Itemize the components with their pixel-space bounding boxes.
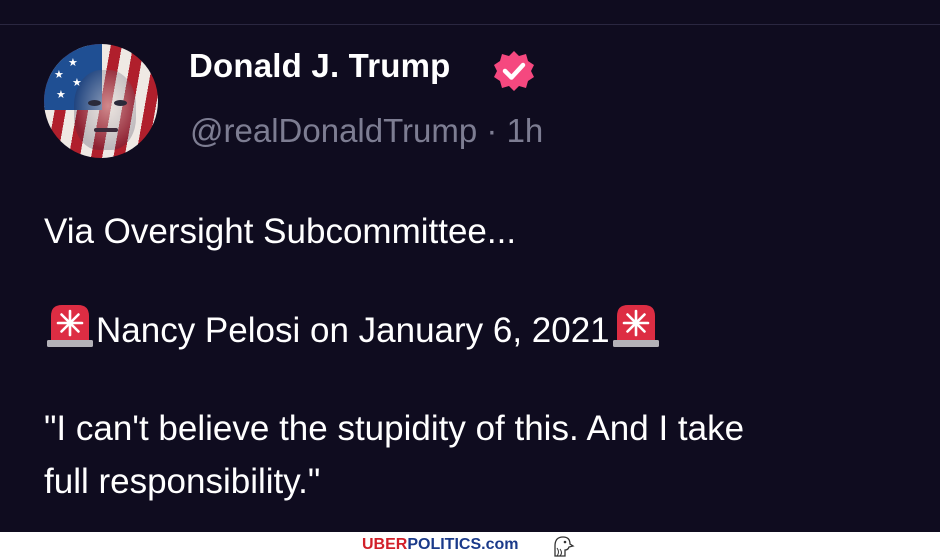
author-handle-line: @realDonaldTrump · 1h <box>190 112 543 150</box>
star-icon: ★ <box>52 51 62 63</box>
post-text-line: full responsibility." <box>44 462 321 501</box>
star-icon: ★ <box>68 57 78 69</box>
watermark-brand[interactable]: UBERPOLITICS.com <box>362 536 518 554</box>
post-text-line: Nancy Pelosi on January 6, 2021 <box>44 302 662 357</box>
siren-icon <box>612 305 659 347</box>
meta-separator: · <box>486 112 498 149</box>
post-card: ★ ★ ★ ★ ★ Donald J. Trump @realDonaldTru… <box>0 0 940 532</box>
portrait-eye <box>114 100 127 106</box>
post-timestamp[interactable]: 1h <box>507 112 544 149</box>
watermark-bar: UBERPOLITICS.com <box>0 532 940 558</box>
portrait-face <box>74 70 136 150</box>
post-text-line: Via Oversight Subcommittee... <box>44 212 517 251</box>
author-display-name[interactable]: Donald J. Trump <box>189 47 451 85</box>
eagle-icon <box>554 536 575 557</box>
star-icon: ★ <box>54 69 64 81</box>
post-text-segment: Nancy Pelosi on January 6, 2021 <box>96 311 610 350</box>
portrait-mouth <box>94 128 118 132</box>
watermark-uber: UBER <box>362 536 408 553</box>
watermark-politics: POLITICS <box>407 536 482 553</box>
post-text-line: "I can't believe the stupidity of this. … <box>44 409 745 448</box>
siren-icon <box>47 305 93 347</box>
portrait-eye <box>88 100 101 106</box>
verified-badge-icon <box>494 51 534 91</box>
divider <box>0 24 940 25</box>
star-icon: ★ <box>56 89 66 101</box>
author-avatar[interactable]: ★ ★ ★ ★ ★ <box>44 44 158 158</box>
watermark-domain: .com <box>481 536 519 553</box>
author-handle[interactable]: @realDonaldTrump <box>190 112 477 149</box>
